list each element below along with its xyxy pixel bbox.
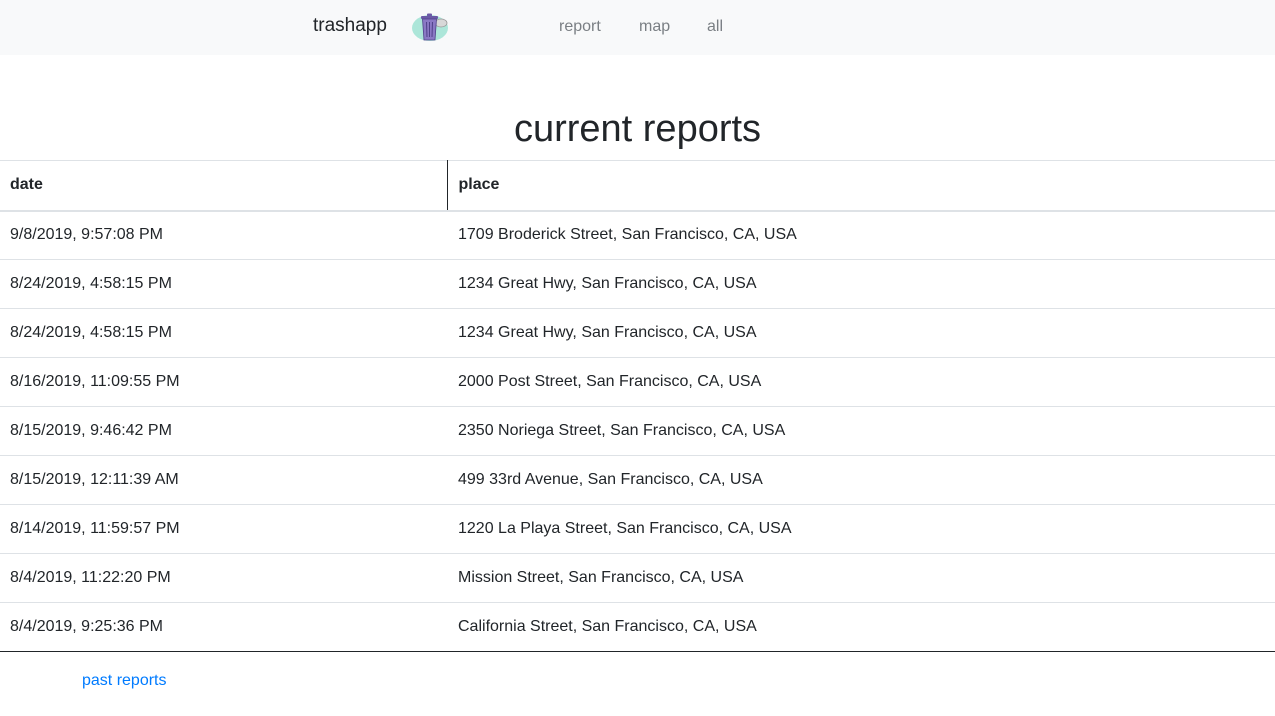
cell-date: 8/24/2019, 4:58:15 PM [0,259,447,309]
cell-place: 1709 Broderick Street, San Francisco, CA… [447,210,1275,260]
page-title: current reports [513,108,762,150]
cell-place: Mission Street, San Francisco, CA, USA [447,553,1275,603]
nav-link-all[interactable]: all [707,17,723,37]
cell-date: 8/15/2019, 12:11:39 AM [0,455,447,505]
brand-link[interactable]: trashapp [313,14,387,38]
cell-date: 8/16/2019, 11:09:55 PM [0,357,447,407]
cell-date: 8/4/2019, 9:25:36 PM [0,602,447,652]
cell-date: 8/14/2019, 11:59:57 PM [0,504,447,554]
navbar: trashapp report map all [0,0,1275,55]
trash-can-logo-icon[interactable] [410,10,450,44]
cell-date: 9/8/2019, 9:57:08 PM [0,210,447,260]
table-header-row: date place [0,160,1275,212]
past-reports-link[interactable]: past reports [82,671,166,691]
cell-place: 499 33rd Avenue, San Francisco, CA, USA [447,455,1275,505]
reports-table: date place 9/8/2019, 9:57:08 PM 1709 Bro… [0,160,1275,652]
cell-date: 8/24/2019, 4:58:15 PM [0,308,447,358]
table-row: 9/8/2019, 9:57:08 PM 1709 Broderick Stre… [0,210,1275,260]
table-row: 8/24/2019, 4:58:15 PM 1234 Great Hwy, Sa… [0,308,1275,358]
cell-place: 1234 Great Hwy, San Francisco, CA, USA [447,308,1275,358]
table-row: 8/14/2019, 11:59:57 PM 1220 La Playa Str… [0,504,1275,554]
table-row: 8/4/2019, 11:22:20 PM Mission Street, Sa… [0,553,1275,603]
table-row: 8/24/2019, 4:58:15 PM 1234 Great Hwy, Sa… [0,259,1275,309]
table-row: 8/15/2019, 12:11:39 AM 499 33rd Avenue, … [0,455,1275,505]
cell-place: 1220 La Playa Street, San Francisco, CA,… [447,504,1275,554]
table-row: 8/16/2019, 11:09:55 PM 2000 Post Street,… [0,357,1275,407]
cell-place: 2000 Post Street, San Francisco, CA, USA [447,357,1275,407]
column-header-place: place [447,160,1275,212]
table-row: 8/4/2019, 9:25:36 PM California Street, … [0,602,1275,652]
nav-link-map[interactable]: map [639,17,670,37]
cell-place: California Street, San Francisco, CA, US… [447,602,1275,652]
cell-date: 8/15/2019, 9:46:42 PM [0,406,447,456]
nav-link-report[interactable]: report [559,17,601,37]
table-row: 8/15/2019, 9:46:42 PM 2350 Noriega Stree… [0,406,1275,456]
column-header-date: date [0,160,448,212]
cell-date: 8/4/2019, 11:22:20 PM [0,553,447,603]
cell-place: 1234 Great Hwy, San Francisco, CA, USA [447,259,1275,309]
cell-place: 2350 Noriega Street, San Francisco, CA, … [447,406,1275,456]
